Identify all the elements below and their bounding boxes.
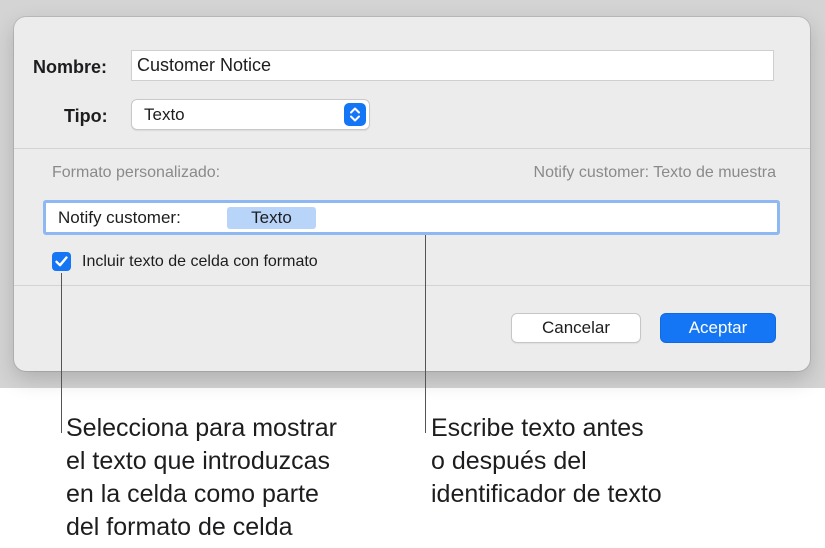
callout-line-text: el texto que introduzcas: [66, 447, 331, 475]
checkmark-icon: [55, 256, 68, 267]
divider: [14, 148, 810, 149]
name-field[interactable]: Customer Notice: [131, 50, 774, 81]
include-text-label: Incluir texto de celda con formato: [82, 253, 318, 270]
custom-format-label: Formato personalizado:: [52, 164, 221, 181]
divider: [14, 285, 810, 286]
right-callout-text: Escribe texto antes o después del identi…: [431, 412, 662, 511]
callout-line-text: identificador de texto: [431, 480, 662, 508]
left-callout-line: [61, 273, 62, 433]
chevron-up-down-icon: [344, 103, 366, 126]
callout-line-text: o después del: [431, 447, 587, 475]
format-prefix-text: Notify customer:: [58, 208, 181, 227]
right-callout-line: [425, 235, 426, 433]
callout-line-text: en la celda como parte: [66, 480, 319, 508]
left-callout-text: Selecciona para mostrar el texto que int…: [66, 412, 337, 544]
custom-format-dialog: Nombre: Customer Notice Tipo: Texto Form…: [14, 17, 810, 371]
ok-button[interactable]: Aceptar: [660, 313, 776, 343]
type-label: Tipo:: [64, 106, 108, 126]
callout-line-text: Escribe texto antes: [431, 414, 644, 442]
type-select[interactable]: Texto: [131, 99, 370, 130]
custom-format-field[interactable]: Notify customer: Texto: [43, 200, 780, 235]
type-select-value: Texto: [144, 105, 185, 124]
text-token[interactable]: Texto: [227, 207, 316, 229]
name-label: Nombre:: [33, 57, 108, 77]
cancel-button[interactable]: Cancelar: [511, 313, 641, 343]
sample-preview: Notify customer: Texto de muestra: [533, 164, 776, 181]
callout-line-text: del formato de celda: [66, 513, 293, 541]
include-text-checkbox[interactable]: [52, 252, 71, 271]
callout-line-text: Selecciona para mostrar: [66, 414, 337, 442]
